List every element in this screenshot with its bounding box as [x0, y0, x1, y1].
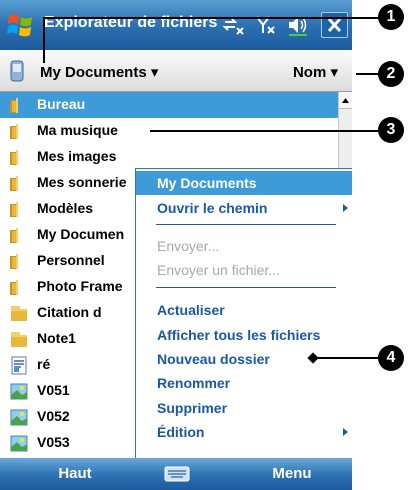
menu-item: Envoyer un fichier... [136, 258, 352, 282]
folder-name: My Documents [40, 64, 147, 81]
menu-item-label: Envoyer... [157, 238, 220, 254]
callout-1-leader [43, 17, 45, 63]
note-icon [11, 306, 27, 321]
callout-4-leader [312, 357, 378, 359]
soft-key-up[interactable]: Haut [0, 458, 150, 490]
menu-item-label: Édition [157, 424, 205, 440]
menu-item-label: Supprimer [157, 400, 228, 416]
sort-name: Nom [292, 64, 327, 81]
folder-icon [10, 150, 18, 165]
file-name: Mes images [37, 148, 117, 164]
menu-item-label: Renommer [157, 375, 231, 391]
callout-3-leader [150, 130, 378, 132]
folder-icon [10, 98, 18, 113]
sort-dropdown[interactable]: Nom ▾ [293, 63, 338, 81]
menu-item[interactable]: Actualiser [136, 298, 352, 322]
menu-separator [156, 224, 336, 225]
submenu-arrow-icon [343, 428, 348, 436]
file-name: Modèles [37, 200, 94, 216]
file-name: Note1 [37, 330, 76, 346]
file-name: Mes sonnerie [37, 174, 127, 190]
soft-key-bar: Haut Menu [0, 458, 352, 490]
context-menu: My Documents Ouvrir le chemin Envoyer... En… [135, 168, 352, 460]
device-icon [10, 60, 24, 82]
title-bar: Explorateur de fichiers [0, 0, 352, 50]
file-name: My Documen [37, 226, 125, 242]
menu-item: Envoyer... [136, 234, 352, 258]
file-list-item[interactable]: Mes images [0, 144, 338, 170]
file-name: Personnel [37, 252, 105, 268]
menu-separator [156, 287, 336, 288]
soft-key-menu[interactable]: Menu [232, 458, 352, 490]
image-icon [10, 383, 28, 400]
menu-item[interactable]: Édition [136, 420, 352, 444]
image-icon [10, 435, 28, 452]
folder-icon [10, 228, 18, 243]
document-icon [11, 356, 27, 375]
menu-header: My Documents [136, 171, 352, 195]
close-button[interactable] [321, 12, 348, 38]
callout-1-leader-h [43, 17, 383, 19]
windows-start-flag-icon[interactable] [6, 10, 36, 40]
pocket-pc-screen: Explorateur de fichiers My Documents ▾ N… [0, 0, 352, 490]
arrow-up-icon [342, 98, 349, 103]
callout-2: 2 [378, 61, 404, 87]
menu-item[interactable]: Nouveau dossier [136, 347, 352, 371]
menu-item-label: Nouveau dossier [157, 351, 270, 367]
menu-item-label: Envoyer un fichier... [157, 262, 280, 278]
keyboard-icon[interactable] [164, 466, 190, 482]
file-name: Citation d [37, 304, 102, 320]
folder-icon [10, 254, 18, 269]
file-name: Photo Frame [37, 278, 123, 294]
file-name: V052 [37, 408, 70, 424]
file-name: V051 [37, 382, 70, 398]
folder-dropdown[interactable]: My Documents ▾ [40, 63, 158, 81]
callout-1: 1 [378, 4, 404, 30]
file-name: V053 [37, 434, 70, 450]
file-name: Bureau [37, 96, 86, 112]
file-name: Ma musique [37, 122, 118, 138]
folder-icon [10, 176, 18, 191]
file-list-item[interactable]: Bureau [0, 92, 338, 118]
note-icon [11, 332, 27, 347]
callout-4: 4 [378, 345, 404, 371]
menu-item[interactable]: Renommer [136, 371, 352, 395]
menu-item-label: Actualiser [157, 302, 225, 318]
callout-2-leader [356, 73, 378, 75]
menu-header-label: My Documents [157, 175, 257, 191]
menu-item[interactable]: Afficher tous les fichiers [136, 323, 352, 347]
menu-item[interactable]: Supprimer [136, 396, 352, 420]
folder-icon [10, 280, 18, 295]
file-name: ré [37, 356, 51, 372]
menu-item-label: Afficher tous les fichiers [157, 327, 321, 343]
image-icon [10, 409, 28, 426]
scroll-up-button[interactable] [339, 92, 352, 109]
folder-bar: My Documents ▾ Nom ▾ [0, 50, 352, 92]
menu-item-label: Ouvrir le chemin [157, 200, 268, 216]
menu-item[interactable]: Ouvrir le chemin [136, 196, 352, 220]
submenu-arrow-icon [343, 204, 348, 212]
folder-icon [10, 124, 18, 139]
callout-3: 3 [378, 117, 404, 143]
folder-icon [10, 202, 18, 217]
